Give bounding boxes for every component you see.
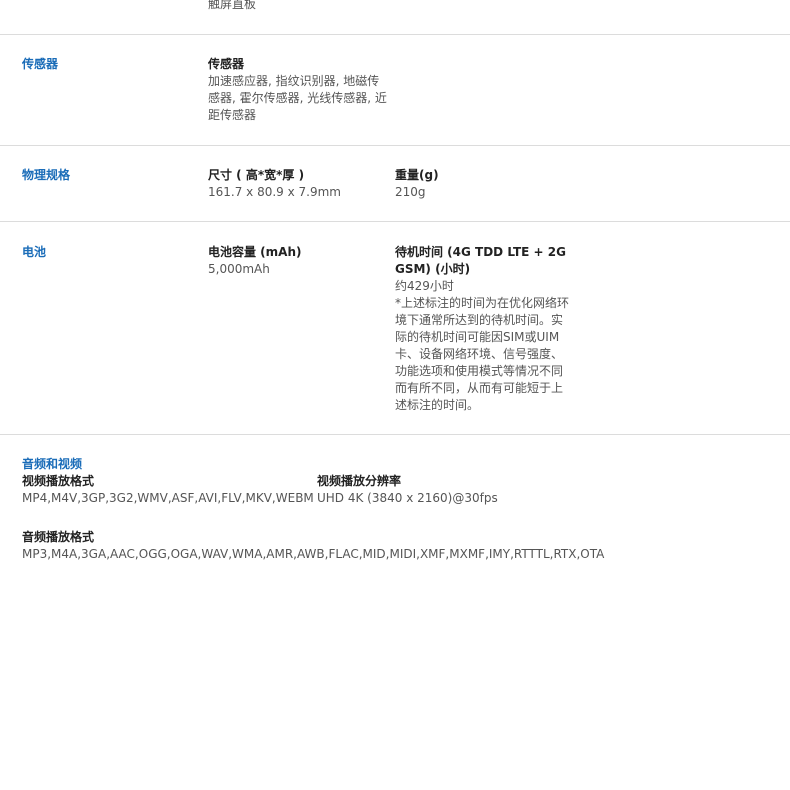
video-resolution-value: UHD 4K (3840 x 2160)@30fps [317, 491, 498, 505]
audio-format-value: MP3,M4A,3GA,AAC,OGG,OGA,WAV,WMA,AMR,AWB,… [22, 547, 605, 561]
capacity-label: 电池容量 (mAh) [208, 245, 302, 259]
section-divider [0, 145, 790, 146]
standby-spec: 待机时间 (4G TDD LTE + 2G GSM) (小时) 约429小时 *… [395, 244, 573, 414]
weight-label: 重量(g) [395, 168, 439, 182]
capacity-value: 5,000mAh [208, 262, 270, 276]
weight-value: 210g [395, 185, 426, 199]
audio-video-section-title: 音频和视频 [22, 457, 83, 471]
video-resolution-spec: 视频播放分辨率 UHD 4K (3840 x 2160)@30fps [317, 473, 577, 507]
sensors-section-title: 传感器 [22, 57, 59, 71]
size-spec: 尺寸 ( 高*宽*厚 ) 161.7 x 80.9 x 7.9mm [208, 167, 388, 201]
form-factor-value: 触屏直板 [208, 0, 257, 11]
audio-format-spec: 音频播放格式 MP3,M4A,3GA,AAC,OGG,OGA,WAV,WMA,A… [22, 529, 782, 563]
battery-section-title: 电池 [22, 245, 47, 259]
video-resolution-label: 视频播放分辨率 [317, 474, 402, 488]
weight-spec: 重量(g) 210g [395, 167, 575, 201]
size-value: 161.7 x 80.9 x 7.9mm [208, 185, 341, 199]
video-format-spec: 视频播放格式 MP4,M4V,3GP,3G2,WMV,ASF,AVI,FLV,M… [22, 473, 314, 507]
size-label: 尺寸 ( 高*宽*厚 ) [208, 168, 305, 182]
section-divider [0, 34, 790, 35]
sensors-label: 传感器 [208, 57, 245, 71]
standby-note: *上述标注的时间为在优化网络环境下通常所达到的待机时间。实际的待机时间可能因SI… [395, 296, 570, 412]
capacity-spec: 电池容量 (mAh) 5,000mAh [208, 244, 388, 278]
physical-section-title: 物理规格 [22, 168, 71, 182]
section-divider [0, 434, 790, 435]
spec-page: 触屏直板 传感器 传感器 加速感应器, 指纹识别器, 地磁传感器, 霍尔传感器,… [0, 0, 790, 790]
video-format-value: MP4,M4V,3GP,3G2,WMV,ASF,AVI,FLV,MKV,WEBM [22, 491, 314, 505]
standby-value: 约429小时 [395, 279, 454, 293]
sensors-spec: 传感器 加速感应器, 指纹识别器, 地磁传感器, 霍尔传感器, 光线传感器, 近… [208, 56, 390, 124]
sensors-value: 加速感应器, 指纹识别器, 地磁传感器, 霍尔传感器, 光线传感器, 近距传感器 [208, 74, 387, 122]
section-divider [0, 221, 790, 222]
video-format-label: 视频播放格式 [22, 474, 95, 488]
audio-format-label: 音频播放格式 [22, 530, 95, 544]
standby-label: 待机时间 (4G TDD LTE + 2G GSM) (小时) [395, 245, 566, 276]
